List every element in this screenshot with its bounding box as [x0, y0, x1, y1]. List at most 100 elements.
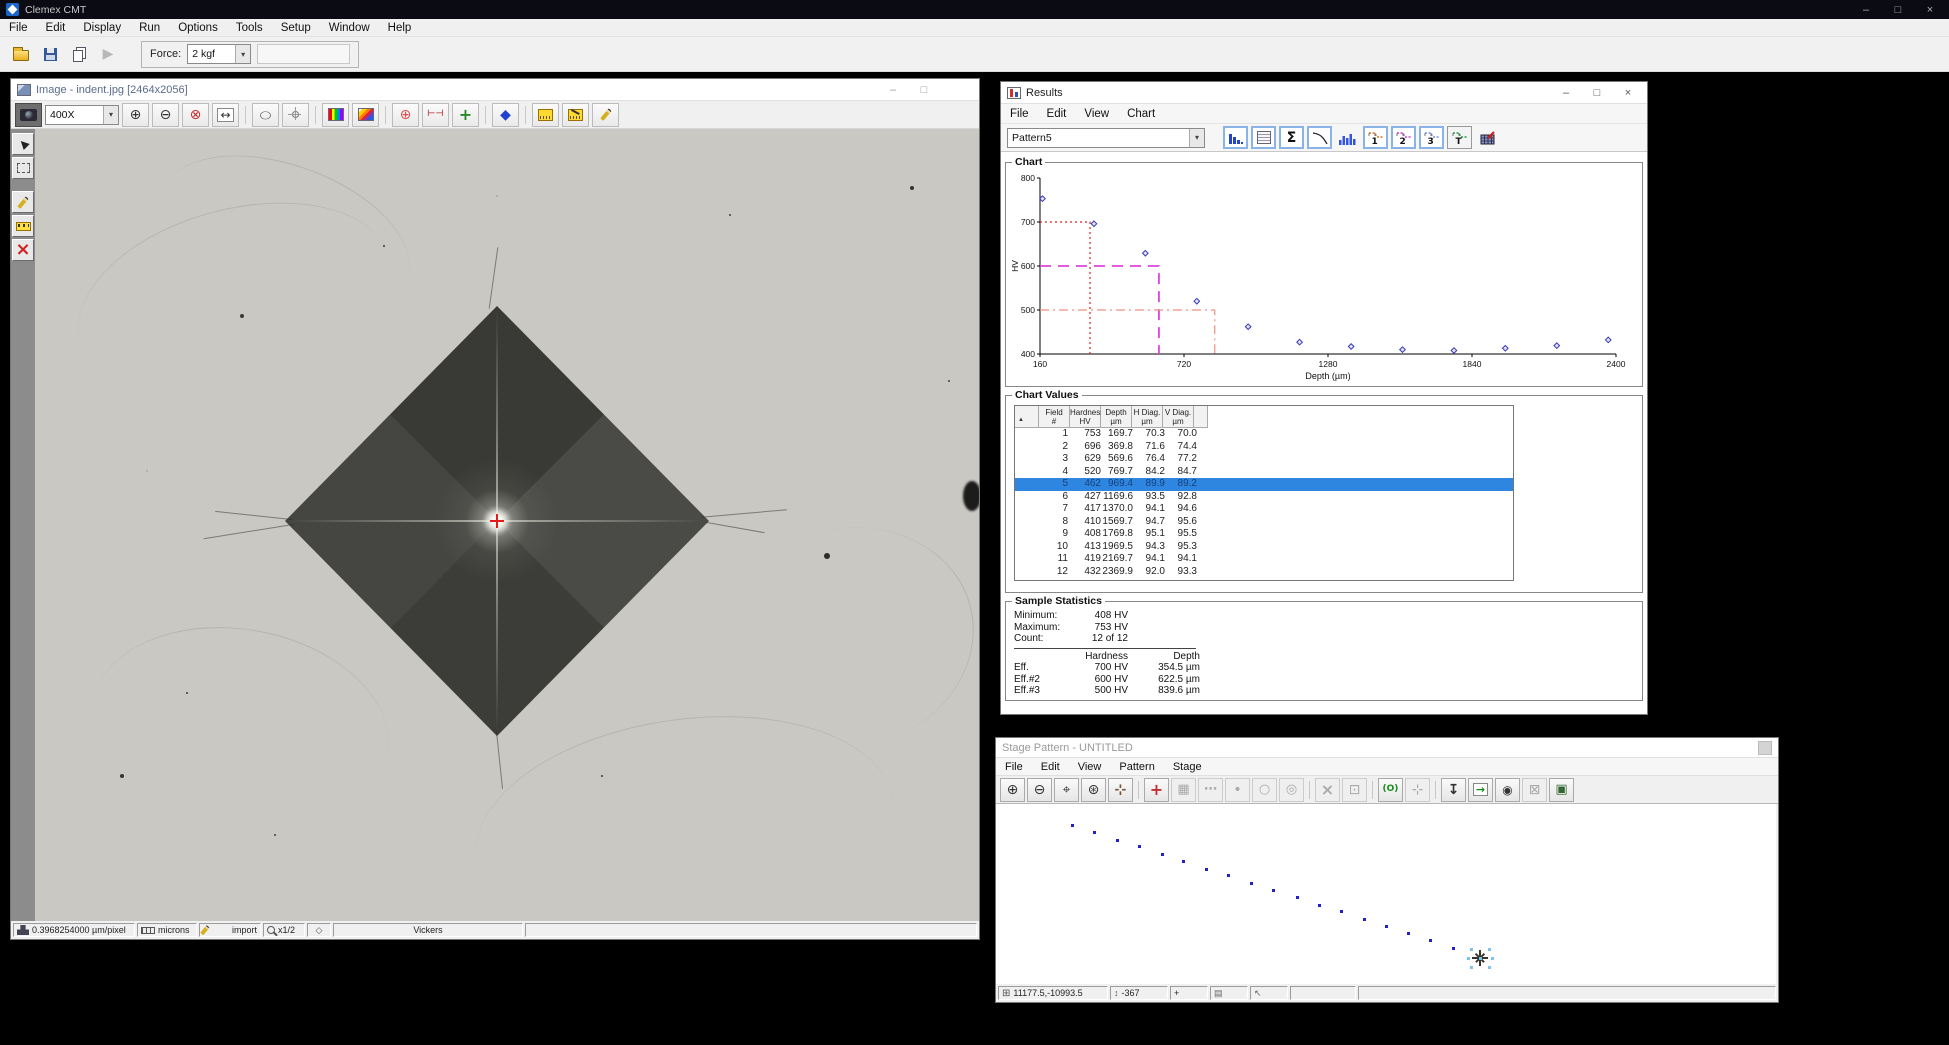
image-window-titlebar[interactable]: Image - indent.jpg [2464x2056] – □ — [11, 79, 979, 101]
eye-button[interactable]: ◉ — [1495, 778, 1520, 802]
curve-button[interactable] — [1307, 126, 1332, 149]
chart-3-button[interactable]: 3 — [1419, 126, 1444, 149]
save-button[interactable] — [37, 42, 63, 66]
minimize-icon[interactable]: – — [880, 84, 906, 96]
bars-button[interactable] — [1335, 126, 1360, 149]
origin-button[interactable]: (O) — [1378, 778, 1403, 802]
stage-pattern-canvas[interactable] — [996, 804, 1776, 984]
color-bars-button[interactable] — [322, 103, 349, 127]
grid-pattern-button[interactable]: ▦ — [1171, 778, 1196, 802]
stage-pattern-point[interactable] — [1205, 868, 1208, 871]
zoom-out-button[interactable]: ⊖ — [1027, 778, 1052, 802]
minimize-icon[interactable]: – — [1853, 4, 1879, 16]
magnification-select[interactable]: 400X ▾ — [45, 105, 119, 125]
stage-pattern-point[interactable] — [1363, 918, 1366, 921]
app-menu-file[interactable]: File — [0, 19, 37, 36]
camera-button[interactable] — [15, 103, 42, 127]
app-menu-tools[interactable]: Tools — [227, 19, 272, 36]
line-pattern-button[interactable]: ⋯ — [1198, 778, 1223, 802]
results-menu-view[interactable]: View — [1075, 104, 1118, 123]
table-row[interactable]: 124322369.992.093.3 — [1015, 566, 1513, 579]
select-area-button[interactable]: ⊡ — [1342, 778, 1367, 802]
maximize-icon[interactable]: □ — [1584, 87, 1610, 99]
stage-pattern-point[interactable] — [1340, 910, 1343, 913]
chevron-down-icon[interactable]: ▾ — [1189, 129, 1204, 147]
chevron-down-icon[interactable]: ▾ — [103, 106, 118, 124]
app-menu-display[interactable]: Display — [74, 19, 130, 36]
table-row[interactable]: 84101569.794.795.6 — [1015, 516, 1513, 529]
force-extra-field[interactable] — [257, 44, 350, 64]
app-menu-help[interactable]: Help — [379, 19, 421, 36]
zoom-in-button[interactable]: ⊕ — [1000, 778, 1025, 802]
stage-pattern-point[interactable] — [1093, 831, 1096, 834]
minimize-icon[interactable]: – — [1553, 87, 1579, 99]
pencil-button[interactable] — [592, 103, 619, 127]
sigma-button[interactable]: Σ — [1279, 126, 1304, 149]
chart-1-button[interactable]: 1 — [1363, 126, 1388, 149]
stage-pattern-point[interactable] — [1452, 947, 1455, 950]
maximize-icon[interactable]: □ — [911, 84, 937, 96]
micrograph-canvas[interactable] — [35, 129, 979, 921]
measure-yellow2-button[interactable] — [562, 103, 589, 127]
table-row[interactable]: 3629569.676.477.2 — [1015, 453, 1513, 466]
spiral-pattern-button[interactable]: ◎ — [1279, 778, 1304, 802]
stage-pattern-point[interactable] — [1182, 860, 1185, 863]
force-select[interactable]: 2 kgf ▾ — [187, 44, 251, 64]
measure-width-button[interactable]: ↔ — [212, 103, 239, 127]
run-button[interactable]: ▶ — [95, 42, 121, 66]
table-row[interactable]: 114192169.794.194.1 — [1015, 553, 1513, 566]
zoom-out-button[interactable]: ⊖ — [152, 103, 179, 127]
table-row[interactable]: 104131969.594.395.3 — [1015, 541, 1513, 554]
table-row[interactable]: 4520769.784.284.7 — [1015, 466, 1513, 479]
sort-column-header[interactable]: ▲ — [1015, 406, 1039, 428]
stage-menu-edit[interactable]: Edit — [1032, 758, 1069, 775]
stage-menu-file[interactable]: File — [996, 758, 1032, 775]
column-header[interactable]: HardnessHV — [1070, 406, 1101, 428]
open-folder-button[interactable] — [8, 42, 34, 66]
column-header[interactable]: V Diag.µm — [1163, 406, 1194, 428]
diamond-blue-button[interactable]: ◆ — [492, 103, 519, 127]
app-menu-setup[interactable]: Setup — [272, 19, 320, 36]
pan-button[interactable]: ⊹ — [1108, 778, 1133, 802]
copy-grid-button[interactable]: ▣ — [1549, 778, 1574, 802]
table-row[interactable]: 1753169.770.370.0 — [1015, 428, 1513, 441]
stage-pattern-point[interactable] — [1429, 939, 1432, 942]
import-box-button[interactable]: → — [1468, 778, 1493, 802]
close-icon[interactable]: × — [1615, 87, 1641, 99]
column-header[interactable]: Field# — [1039, 406, 1070, 428]
measure-h-button[interactable]: ⊢⊣ — [422, 103, 449, 127]
pencil-button[interactable] — [12, 191, 34, 213]
rect-select-button[interactable] — [12, 157, 34, 179]
column-header[interactable]: H Diag.µm — [1132, 406, 1163, 428]
stage-pattern-point[interactable] — [1161, 853, 1164, 856]
ellipse-button[interactable]: ○ — [252, 103, 279, 127]
target-red-button[interactable]: ⊕ — [392, 103, 419, 127]
ruler-button[interactable] — [12, 215, 34, 237]
clear-grid-button[interactable]: ⊠ — [1522, 778, 1547, 802]
stage-pattern-point[interactable] — [1272, 889, 1275, 892]
histogram-button[interactable] — [1223, 126, 1248, 149]
chart-2-button[interactable]: 2 — [1391, 126, 1416, 149]
results-menu-chart[interactable]: Chart — [1118, 104, 1164, 123]
stage-pattern-point[interactable] — [1250, 882, 1253, 885]
zoom-point-button[interactable]: ⌖ — [1054, 778, 1079, 802]
stage-pattern-point[interactable] — [1407, 932, 1410, 935]
delete-point-button[interactable]: × — [1315, 778, 1340, 802]
circle-pattern-button[interactable]: ○ — [1252, 778, 1277, 802]
close-icon[interactable]: × — [1917, 4, 1943, 16]
app-menu-run[interactable]: Run — [130, 19, 169, 36]
column-header[interactable]: Depthµm — [1101, 406, 1132, 428]
point-pattern-button[interactable]: • — [1225, 778, 1250, 802]
table-row[interactable]: 94081769.895.195.5 — [1015, 528, 1513, 541]
chevron-down-icon[interactable]: ▾ — [235, 45, 250, 63]
stage-pattern-point[interactable] — [1318, 904, 1321, 907]
measure-yellow-button[interactable] — [532, 103, 559, 127]
pattern-select[interactable]: Pattern5 ▾ — [1007, 128, 1205, 148]
app-menu-window[interactable]: Window — [320, 19, 379, 36]
cursor-button[interactable]: ▶ — [12, 133, 34, 155]
stage-titlebar[interactable]: Stage Pattern - UNTITLED — [996, 738, 1778, 758]
stage-pattern-point[interactable] — [1071, 824, 1074, 827]
zoom-reset-button[interactable]: ⊗ — [182, 103, 209, 127]
stage-pattern-point[interactable] — [1116, 839, 1119, 842]
brightness-button[interactable] — [282, 103, 309, 127]
